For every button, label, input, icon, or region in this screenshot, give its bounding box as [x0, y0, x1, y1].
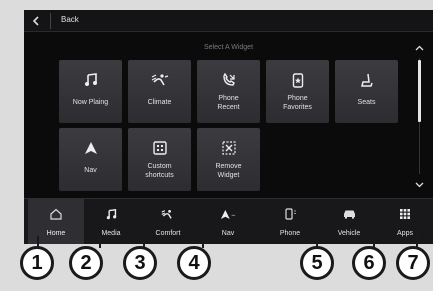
nav-label: Comfort	[155, 230, 181, 237]
widget-label-line2: Recent	[217, 104, 240, 111]
widget-label: Now Plaing	[72, 99, 109, 106]
widget-now-playing[interactable]: Now Plaing	[59, 60, 122, 123]
widget-remove-widget[interactable]: Remove Widget	[197, 128, 260, 191]
widget-seats[interactable]: Seats	[335, 60, 398, 123]
bottom-nav-bar: Home Media Comfort Nav Phone Vehicle App…	[24, 198, 433, 244]
nav-label: Phone	[279, 230, 301, 237]
widget-label-line1: Remove	[215, 163, 242, 170]
nav-label: Media	[101, 230, 121, 237]
climate-icon	[151, 74, 168, 86]
phone-recent-icon	[222, 73, 235, 86]
navigation-arrow-icon	[220, 209, 236, 219]
callout-5: 5	[300, 246, 334, 280]
nav-phone[interactable]: Phone	[262, 199, 318, 244]
widget-nav[interactable]: Nav	[59, 128, 122, 191]
nav-navigation[interactable]: Nav	[200, 199, 256, 244]
comfort-icon	[161, 209, 172, 219]
widget-label-line2: shortcuts	[145, 172, 174, 179]
widget-label-line1: Custom	[147, 163, 172, 170]
widget-label-line2: Favorites	[283, 104, 312, 111]
widget-climate[interactable]: Climate	[128, 60, 191, 123]
widget-label-line1: Phone	[218, 95, 239, 102]
top-bar: Back	[24, 10, 433, 32]
divider	[50, 13, 51, 29]
music-note-icon	[84, 73, 97, 86]
callout-3: 3	[123, 246, 157, 280]
remove-widget-icon	[221, 141, 236, 155]
callout-leader	[202, 236, 204, 248]
widget-label: Seats	[357, 99, 376, 106]
back-label[interactable]: Back	[61, 15, 79, 24]
home-icon	[50, 208, 62, 220]
widget-label: Nav	[84, 167, 97, 174]
apps-grid-icon	[400, 209, 410, 219]
widget-phone-favorites[interactable]: Phone Favorites	[266, 60, 329, 123]
chevron-up-icon	[415, 45, 423, 51]
phone-icon	[284, 208, 296, 220]
callout-7: 7	[396, 246, 430, 280]
phone-favorites-icon	[292, 72, 303, 88]
callout-2: 2	[69, 246, 103, 280]
navigation-arrow-icon	[84, 142, 97, 154]
nav-label: Apps	[397, 230, 413, 237]
widget-custom-shortcuts[interactable]: Custom shortcuts	[128, 128, 191, 191]
widget-label-line1: Phone	[287, 95, 308, 102]
custom-shortcuts-icon	[152, 141, 167, 155]
nav-label: Vehicle	[337, 230, 361, 237]
nav-label: Nav	[221, 230, 235, 237]
scroll-up-button[interactable]	[413, 43, 425, 53]
callout-leader	[99, 236, 101, 248]
back-button[interactable]	[28, 13, 44, 29]
vehicle-icon	[343, 210, 355, 219]
nav-comfort[interactable]: Comfort	[140, 199, 196, 244]
widget-label-line2: Widget	[217, 172, 240, 179]
nav-vehicle[interactable]: Vehicle	[321, 199, 377, 244]
chevron-down-icon	[415, 182, 423, 188]
callout-4: 4	[177, 246, 211, 280]
widget-phone-recent[interactable]: Phone Recent	[197, 60, 260, 123]
scroll-down-button[interactable]	[413, 180, 425, 190]
seat-icon	[360, 73, 373, 87]
widget-label: Climate	[147, 99, 172, 106]
chevron-left-icon	[32, 16, 39, 26]
nav-media[interactable]: Media	[83, 199, 139, 244]
music-note-icon	[106, 208, 116, 219]
callout-1: 1	[20, 246, 54, 280]
section-title: Select A Widget	[203, 44, 254, 51]
callout-6: 6	[352, 246, 386, 280]
nav-apps[interactable]: Apps	[377, 199, 433, 244]
infotainment-screen: Back Select A Widget Now Plaing Climate	[24, 10, 433, 244]
scrollbar-thumb[interactable]	[418, 60, 421, 122]
